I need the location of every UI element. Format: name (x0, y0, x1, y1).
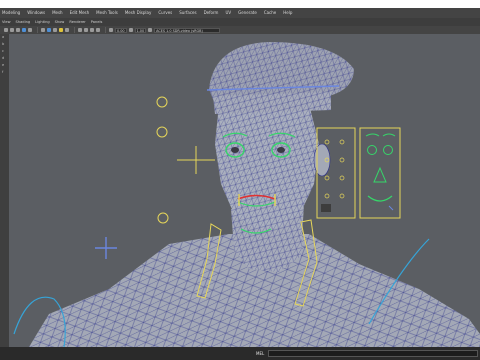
isolate-select-icon[interactable] (84, 28, 88, 32)
character-cap-mesh[interactable] (206, 42, 354, 114)
panel-menu-shading[interactable]: Shading (16, 18, 31, 26)
tool-box-item[interactable]: e (0, 62, 9, 69)
main-menu-bar: Modeling Windows Mesh Edit Mesh Mesh Too… (0, 8, 480, 18)
textured-icon[interactable] (53, 28, 57, 32)
3d-viewport[interactable] (9, 34, 480, 347)
menu-item-uv[interactable]: UV (225, 8, 231, 18)
menu-item-mesh-display[interactable]: Mesh Display (125, 8, 152, 18)
panel-menu-bar: View Shading Lighting Show Renderer Pane… (0, 18, 480, 26)
tool-box: a b c d e f (0, 34, 9, 347)
xray-icon[interactable] (78, 28, 82, 32)
facial-gui-panel-right[interactable] (359, 127, 401, 219)
gamma-field[interactable]: 1.00 (134, 27, 147, 33)
menu-item-generate[interactable]: Generate (238, 8, 257, 18)
image-plane-icon[interactable] (22, 28, 26, 32)
tool-box-item[interactable]: f (0, 69, 9, 76)
viewport-scene (13, 42, 480, 347)
tool-box-item[interactable]: d (0, 55, 9, 62)
tool-box-item[interactable]: c (0, 48, 9, 55)
exposure-icon (109, 28, 113, 32)
toolbar-divider (105, 27, 106, 33)
color-management-icon[interactable] (148, 28, 153, 32)
toolbar-divider (37, 27, 38, 33)
mel-label[interactable]: MEL (256, 351, 264, 356)
shadows-icon[interactable] (65, 28, 69, 32)
exposure-field[interactable]: 0.00 (115, 27, 127, 33)
panel-menu-view[interactable]: View (2, 18, 11, 26)
command-input[interactable] (268, 350, 479, 357)
menu-item-surfaces[interactable]: Surfaces (179, 8, 196, 18)
bookmark-icon[interactable] (16, 28, 20, 32)
panel-menu-renderer[interactable]: Renderer (69, 18, 85, 26)
tool-box-item[interactable]: a (0, 34, 9, 41)
menu-item-windows[interactable]: Windows (27, 8, 45, 18)
ambient-occlusion-icon[interactable] (90, 28, 94, 32)
menu-item-mesh[interactable]: Mesh (52, 8, 63, 18)
anti-aliasing-icon[interactable] (96, 28, 100, 32)
color-space-dropdown[interactable]: ACES 1.0 SDR-video (sRGB) (154, 27, 221, 33)
command-line: MEL (0, 347, 480, 360)
grid-icon[interactable] (28, 28, 32, 32)
menu-item-modeling[interactable]: Modeling (2, 8, 20, 18)
gamma-icon (128, 28, 133, 32)
maya-window: Modeling Windows Mesh Edit Mesh Mesh Too… (0, 0, 480, 360)
select-camera-icon[interactable] (4, 28, 8, 32)
panel-menu-lighting[interactable]: Lighting (35, 18, 50, 26)
viewport-toolbar: 0.00 1.00 ACES 1.0 SDR-video (sRGB) (0, 26, 480, 34)
lights-icon[interactable] (59, 28, 63, 32)
menu-item-cache[interactable]: Cache (264, 8, 276, 18)
toolbar-divider (74, 27, 75, 33)
menu-item-deform[interactable]: Deform (204, 8, 219, 18)
camera-attributes-icon[interactable] (10, 28, 14, 32)
wireframe-icon[interactable] (41, 28, 45, 32)
tool-box-item[interactable]: b (0, 41, 9, 48)
menu-item-mesh-tools[interactable]: Mesh Tools (96, 8, 118, 18)
smooth-shade-icon[interactable] (47, 28, 51, 32)
panel-menu-show[interactable]: Show (55, 18, 65, 26)
character-ear[interactable] (313, 143, 331, 177)
menu-item-edit-mesh[interactable]: Edit Mesh (70, 8, 90, 18)
menu-item-curves[interactable]: Curves (158, 8, 172, 18)
menu-item-help[interactable]: Help (283, 8, 292, 18)
panel-menu-panels[interactable]: Panels (91, 18, 103, 26)
title-bar (0, 0, 480, 8)
